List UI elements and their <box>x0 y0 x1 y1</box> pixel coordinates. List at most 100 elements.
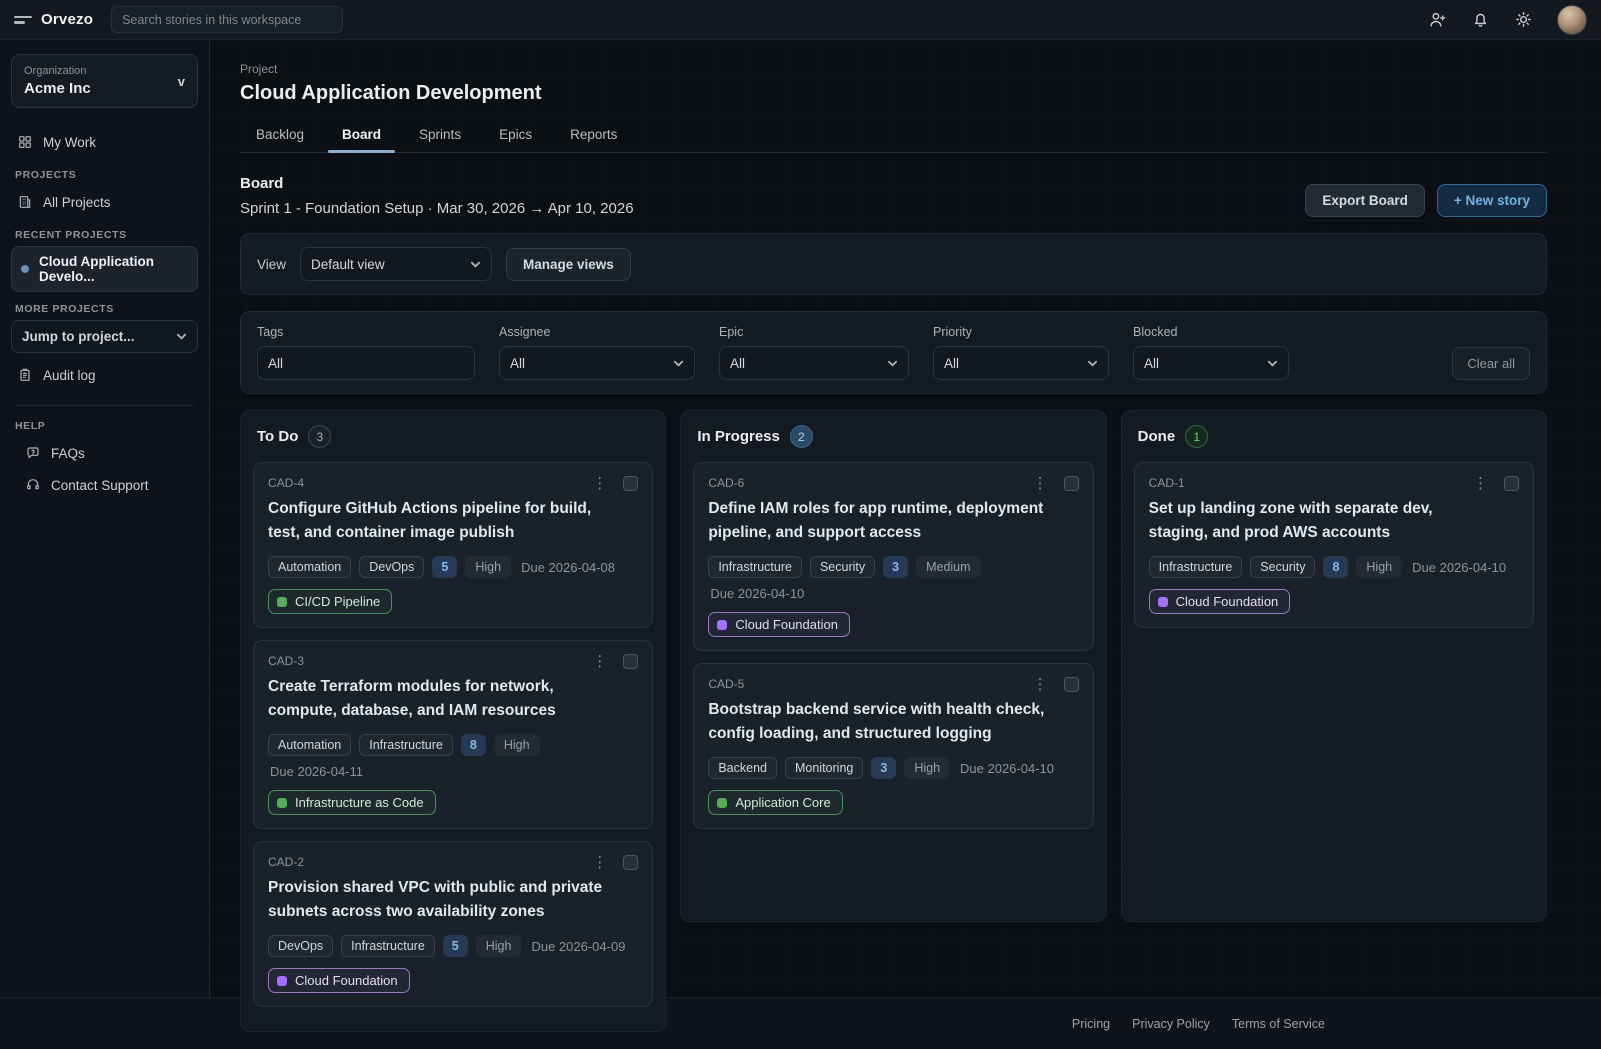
card-checkbox[interactable] <box>623 654 638 669</box>
card-menu-icon[interactable]: ⋮ <box>590 853 609 872</box>
card-checkbox[interactable] <box>1064 476 1079 491</box>
column-in-progress: In Progress 2 CAD-6 ⋮ Define IAM roles f… <box>680 410 1106 922</box>
tag-chip: Automation <box>268 734 351 756</box>
epic-chip: Cloud Foundation <box>708 612 850 637</box>
column-title: Done <box>1138 428 1176 445</box>
chevron-down-icon <box>470 259 481 270</box>
card-checkbox[interactable] <box>1064 677 1079 692</box>
story-title: Configure GitHub Actions pipeline for bu… <box>268 497 608 545</box>
jump-select-value: Jump to project... <box>22 329 135 344</box>
tag-chip: Infrastructure <box>341 935 435 957</box>
column-todo: To Do 3 CAD-4 ⋮ Configure GitHub Actions… <box>240 410 666 1032</box>
tab-backlog[interactable]: Backlog <box>254 121 306 152</box>
story-card[interactable]: CAD-2 ⋮ Provision shared VPC with public… <box>253 841 653 1007</box>
card-menu-icon[interactable]: ⋮ <box>1031 474 1050 493</box>
card-menu-icon[interactable]: ⋮ <box>590 474 609 493</box>
epic-name: Application Core <box>735 795 830 810</box>
tab-sprints[interactable]: Sprints <box>417 121 463 152</box>
epic-filter-select[interactable]: All <box>719 346 909 380</box>
tags-filter-input[interactable] <box>257 346 475 380</box>
due-date: Due 2026-04-08 <box>521 560 615 575</box>
column-count-badge: 2 <box>790 425 813 448</box>
column-title: In Progress <box>697 428 780 445</box>
card-checkbox[interactable] <box>623 855 638 870</box>
story-title: Bootstrap backend service with health ch… <box>708 698 1048 746</box>
epic-name: Cloud Foundation <box>295 973 398 988</box>
due-date: Due 2026-04-10 <box>1412 560 1506 575</box>
blocked-filter-value: All <box>1144 356 1159 371</box>
sidebar-item-all-projects[interactable]: All Projects <box>11 186 198 218</box>
faq-bubble-icon <box>25 445 41 461</box>
card-checkbox[interactable] <box>1504 476 1519 491</box>
card-checkbox[interactable] <box>623 476 638 491</box>
story-id: CAD-1 <box>1149 474 1185 490</box>
filter-label-tags: Tags <box>257 325 475 339</box>
tab-reports[interactable]: Reports <box>568 121 619 152</box>
jump-to-project-select[interactable]: Jump to project... <box>11 320 198 353</box>
epic-filter-value: All <box>730 356 745 371</box>
priority-chip: High <box>1356 556 1402 578</box>
new-story-button[interactable]: + New story <box>1437 184 1547 217</box>
priority-chip: High <box>476 935 522 957</box>
card-menu-icon[interactable]: ⋮ <box>1031 675 1050 694</box>
assignee-filter-value: All <box>510 356 525 371</box>
tag-chip: DevOps <box>268 935 333 957</box>
sidebar-item-faqs[interactable]: FAQs <box>11 437 198 469</box>
story-card[interactable]: CAD-6 ⋮ Define IAM roles for app runtime… <box>693 462 1093 651</box>
story-title: Create Terraform modules for network, co… <box>268 675 608 723</box>
assignee-filter-select[interactable]: All <box>499 346 695 380</box>
filter-label-epic: Epic <box>719 325 909 339</box>
theme-sun-icon[interactable] <box>1514 10 1533 29</box>
blocked-filter-select[interactable]: All <box>1133 346 1289 380</box>
epic-dot-icon <box>277 597 287 607</box>
chevron-down-icon <box>673 358 684 369</box>
epic-dot-icon <box>1158 597 1168 607</box>
search-input[interactable] <box>111 6 343 33</box>
sidebar-item-contact-support[interactable]: Contact Support <box>11 469 198 501</box>
filter-label-priority: Priority <box>933 325 1109 339</box>
app-logo[interactable]: Orvezo <box>14 11 93 28</box>
view-select[interactable]: Default view <box>300 247 492 281</box>
export-board-button[interactable]: Export Board <box>1305 184 1425 217</box>
notifications-bell-icon[interactable] <box>1471 10 1490 29</box>
tab-epics[interactable]: Epics <box>497 121 534 152</box>
story-card[interactable]: CAD-3 ⋮ Create Terraform modules for net… <box>253 640 653 829</box>
story-id: CAD-5 <box>708 675 744 691</box>
org-name: Acme Inc <box>24 80 178 97</box>
sidebar-item-audit-log[interactable]: Audit log <box>11 359 198 391</box>
user-avatar[interactable] <box>1557 5 1587 35</box>
add-user-icon[interactable] <box>1428 10 1447 29</box>
project-eyebrow: Project <box>240 62 1547 76</box>
org-label: Organization <box>24 65 178 77</box>
sidebar-item-label: My Work <box>43 135 96 150</box>
story-title: Set up landing zone with separate dev, s… <box>1149 497 1489 545</box>
tab-board[interactable]: Board <box>340 121 383 152</box>
board-heading: Board <box>240 175 634 192</box>
manage-views-button[interactable]: Manage views <box>506 248 631 281</box>
view-controls-panel: View Default view Manage views <box>240 233 1547 295</box>
org-switcher[interactable]: Organization Acme Inc v <box>11 54 198 108</box>
view-select-value: Default view <box>311 257 385 272</box>
sidebar-item-label: All Projects <box>43 195 111 210</box>
sidebar-divider <box>15 405 194 406</box>
story-card[interactable]: CAD-4 ⋮ Configure GitHub Actions pipelin… <box>253 462 653 628</box>
card-menu-icon[interactable]: ⋮ <box>590 652 609 671</box>
epic-dot-icon <box>277 798 287 808</box>
priority-chip: Medium <box>916 556 980 578</box>
story-card[interactable]: CAD-1 ⋮ Set up landing zone with separat… <box>1134 462 1534 628</box>
story-card[interactable]: CAD-5 ⋮ Bootstrap backend service with h… <box>693 663 1093 829</box>
headset-icon <box>25 477 41 493</box>
clear-all-button[interactable]: Clear all <box>1452 347 1530 380</box>
priority-filter-select[interactable]: All <box>933 346 1109 380</box>
filter-label-assignee: Assignee <box>499 325 695 339</box>
chevron-down-icon <box>176 331 187 342</box>
sidebar-item-current-project[interactable]: Cloud Application Develo... <box>11 246 198 292</box>
points-chip: 5 <box>443 935 468 957</box>
sidebar-item-my-work[interactable]: My Work <box>11 126 198 158</box>
filters-panel: Tags Assignee All Epic All Priority <box>240 311 1547 394</box>
view-label: View <box>257 257 286 272</box>
sidebar-item-label: Contact Support <box>51 478 149 493</box>
card-menu-icon[interactable]: ⋮ <box>1471 474 1490 493</box>
epic-name: CI/CD Pipeline <box>295 594 380 609</box>
column-count-badge: 3 <box>308 425 331 448</box>
